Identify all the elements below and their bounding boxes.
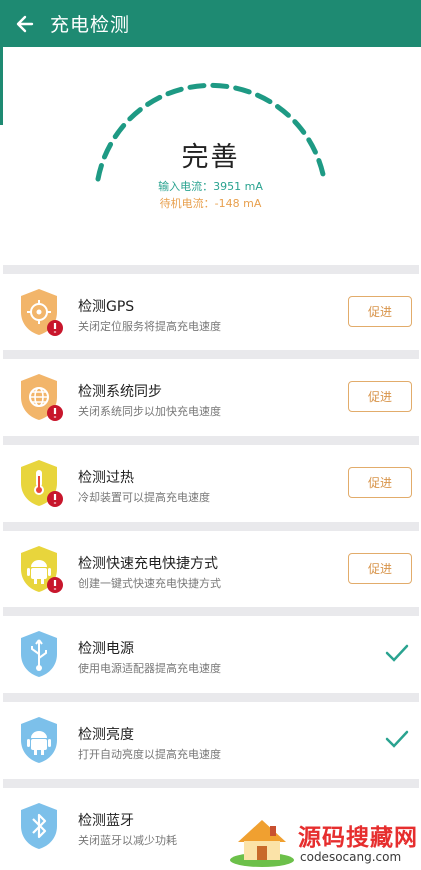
watermark-url: codesocang.com <box>300 850 402 864</box>
boost-button[interactable]: 促进 <box>348 381 412 412</box>
boost-button[interactable]: 促进 <box>348 296 412 327</box>
item-title: 检测GPS <box>78 299 135 315</box>
boost-button[interactable]: 促进 <box>348 467 412 498</box>
gps-shield-icon <box>21 289 63 336</box>
boost-button[interactable]: 促进 <box>348 553 412 584</box>
usb-shield-icon <box>21 631 57 677</box>
item-subtitle: 关闭系统同步以加快充电速度 <box>78 405 221 418</box>
item-title: 检测电源 <box>78 641 134 657</box>
thermometer-shield-icon <box>21 460 63 507</box>
item-title: 检测系统同步 <box>78 384 162 400</box>
item-subtitle: 创建一键式快速充电快捷方式 <box>78 577 221 590</box>
divider <box>3 693 419 702</box>
bluetooth-shield-icon <box>21 803 57 849</box>
input-current: 输入电流：3951 mA <box>158 180 263 193</box>
charge-status-text: 完善 <box>181 142 240 173</box>
standby-current: 待机电流：-148 mA <box>159 197 262 210</box>
list-item-overheat: 检测过热 冷却装置可以提高充电速度 促进 <box>0 445 421 521</box>
item-title: 检测过热 <box>78 470 134 486</box>
item-title: 检测亮度 <box>78 727 134 743</box>
house-logo-icon <box>230 820 294 867</box>
item-subtitle: 冷却装置可以提高充电速度 <box>78 491 210 504</box>
item-subtitle: 关闭定位服务将提高充电速度 <box>78 320 221 333</box>
list-item-power-source: 检测电源 使用电源适配器提高充电速度 <box>0 616 421 692</box>
back-button[interactable] <box>0 0 50 47</box>
divider <box>3 350 419 359</box>
divider <box>3 607 419 616</box>
checkmark-icon <box>385 730 409 748</box>
item-subtitle: 打开自动亮度以提高充电速度 <box>78 748 221 761</box>
app-bar: 充电检测 <box>0 0 421 47</box>
android-shield-icon <box>21 546 63 593</box>
list-item-fast-charge-shortcut: 检测快速充电快捷方式 创建一键式快速充电快捷方式 促进 <box>0 531 421 607</box>
watermark: 源码搜藏网 codesocang.com <box>228 812 418 868</box>
arrow-left-icon <box>16 15 34 32</box>
sync-shield-icon <box>21 374 63 421</box>
divider <box>3 522 419 531</box>
android-shield-icon <box>21 717 57 763</box>
watermark-title: 源码搜藏网 <box>298 825 418 851</box>
charge-status-panel: 完善 输入电流：3951 mA 待机电流：-148 mA <box>0 47 421 265</box>
list-item-sync: 检测系统同步 关闭系统同步以加快充电速度 促进 <box>0 359 421 435</box>
divider <box>3 779 419 788</box>
list-item-gps: 检测GPS 关闭定位服务将提高充电速度 促进 <box>0 274 421 350</box>
checkmark-icon <box>385 644 409 662</box>
item-title: 检测快速充电快捷方式 <box>78 556 218 572</box>
item-subtitle: 使用电源适配器提高充电速度 <box>78 662 221 675</box>
divider <box>3 436 419 445</box>
list-item-brightness: 检测亮度 打开自动亮度以提高充电速度 <box>0 702 421 778</box>
page-title: 充电检测 <box>50 14 131 36</box>
divider <box>3 265 419 274</box>
item-title: 检测蓝牙 <box>78 813 134 829</box>
item-subtitle: 关闭蓝牙以减少功耗 <box>78 834 177 847</box>
